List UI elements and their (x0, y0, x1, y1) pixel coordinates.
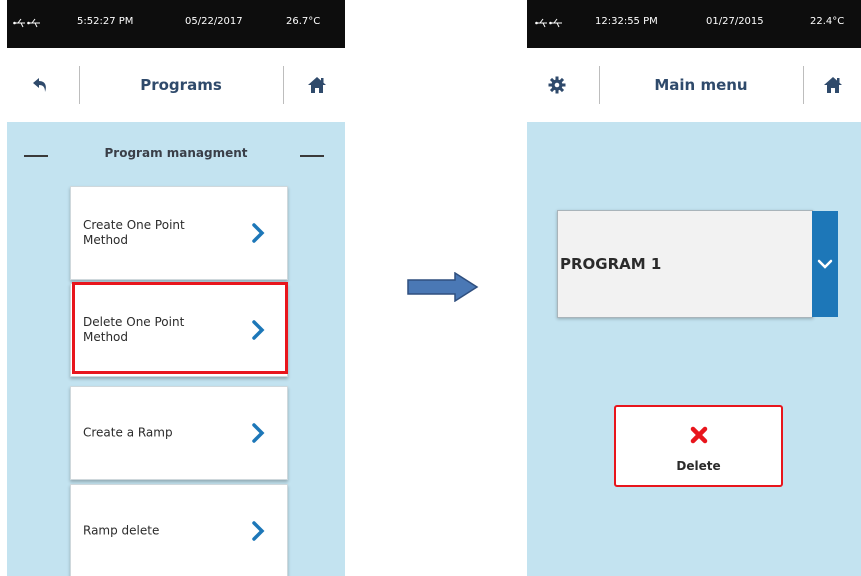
x-icon (690, 426, 707, 444)
home-icon (308, 77, 326, 93)
menu-item-ramp-delete[interactable]: Ramp delete (70, 484, 288, 576)
delete-button[interactable]: Delete (614, 405, 783, 487)
arrow-right-icon (407, 272, 479, 302)
usb-icon (535, 18, 562, 28)
settings-button[interactable] (527, 48, 587, 122)
program-select-value: PROGRAM 1 (560, 255, 662, 273)
home-button[interactable] (803, 48, 861, 122)
chevron-right-icon (252, 423, 265, 443)
header: Main menu (527, 48, 861, 122)
header-divider (283, 66, 284, 104)
chevron-right-icon (252, 223, 265, 243)
chevron-right-icon (252, 320, 265, 340)
back-button[interactable] (11, 48, 71, 122)
menu-item-label: Create a Ramp (83, 425, 173, 440)
chevron-down-icon (817, 259, 833, 269)
menu-item-create-one-point[interactable]: Create One Point Method (70, 186, 288, 280)
header: Programs (7, 48, 345, 122)
status-bar: 5:52:27 PM 05/22/2017 26.7°C (7, 0, 345, 48)
home-button[interactable] (287, 48, 345, 122)
home-icon (824, 77, 842, 93)
status-time: 12:32:55 PM (595, 16, 658, 27)
gear-icon (548, 76, 566, 94)
programs-screen: 5:52:27 PM 05/22/2017 26.7°C Programs Pr… (7, 0, 345, 576)
main-menu-screen: 12:32:55 PM 01/27/2015 22.4°C Main menu … (527, 0, 861, 576)
delete-button-label: Delete (676, 459, 721, 473)
program-select[interactable]: PROGRAM 1 (557, 210, 838, 318)
menu-item-label: Delete One Point Method (83, 315, 185, 344)
section-title-text: Program managment (104, 146, 248, 160)
status-date: 01/27/2015 (706, 16, 764, 27)
page-title: Programs (140, 76, 222, 94)
chevron-right-icon (252, 521, 265, 541)
status-date: 05/22/2017 (185, 16, 243, 27)
status-bar: 12:32:55 PM 01/27/2015 22.4°C (527, 0, 861, 48)
menu-item-create-ramp[interactable]: Create a Ramp (70, 386, 288, 480)
page-title: Main menu (654, 76, 748, 94)
menu-item-label: Ramp delete (83, 523, 160, 538)
status-temperature: 22.4°C (810, 16, 845, 27)
back-arrow-icon (33, 78, 46, 92)
status-temperature: 26.7°C (286, 16, 321, 27)
menu-item-delete-one-point[interactable]: Delete One Point Method (70, 283, 288, 377)
usb-icon (13, 18, 40, 28)
status-time: 5:52:27 PM (77, 16, 134, 27)
menu-item-label: Create One Point Method (83, 218, 185, 247)
section-title: Program managment (7, 146, 345, 166)
section-line (300, 155, 324, 157)
program-select-toggle[interactable] (812, 211, 838, 317)
